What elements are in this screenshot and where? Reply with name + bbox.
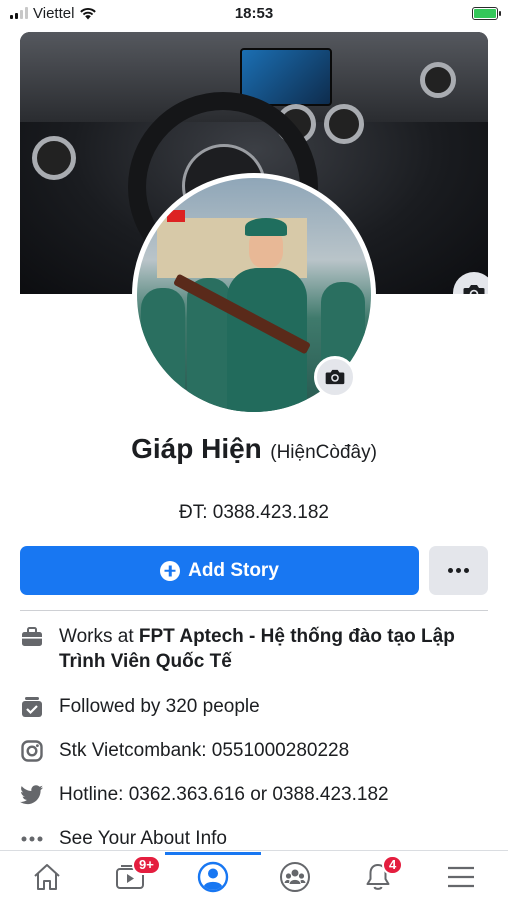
add-story-button[interactable]: Add Story [20, 546, 419, 595]
more-options-button[interactable] [429, 546, 488, 595]
groups-icon [280, 862, 311, 892]
bottom-navigation: 9+ 4 [0, 850, 508, 903]
briefcase-icon [20, 625, 44, 649]
profile-name-row: Giáp Hiện (HiệnCòđây) [0, 433, 508, 465]
status-left: Viettel [10, 5, 97, 22]
nav-profile[interactable] [164, 852, 261, 901]
followers-icon [20, 695, 44, 719]
more-icon [448, 568, 469, 573]
wifi-icon [80, 7, 97, 19]
profile-bio: ĐT: 0388.423.182 [178, 502, 329, 523]
camera-icon [325, 369, 345, 385]
battery-icon [472, 6, 501, 20]
menu-icon [447, 866, 474, 888]
profile-alternate-name: (HiệnCòđây) [270, 442, 377, 463]
twitter-icon [20, 783, 44, 807]
plus-circle-icon [160, 560, 181, 581]
nav-watch[interactable]: 9+ [102, 853, 161, 901]
signal-icon [10, 7, 28, 19]
carrier-label: Viettel [33, 4, 75, 22]
instagram-text[interactable]: Stk Vietcombank: 0551000280228 [59, 738, 349, 763]
add-story-label: Add Story [188, 559, 279, 581]
detail-about[interactable]: See Your About Info [20, 826, 227, 851]
detail-twitter: Hotline: 0362.363.616 or 0388.423.182 [20, 782, 389, 807]
followers-text: Followed by 320 people [59, 696, 260, 717]
nav-notifications[interactable]: 4 [350, 853, 406, 901]
cover-camera-button[interactable] [453, 272, 488, 294]
notifications-badge: 4 [381, 855, 404, 875]
watch-badge: 9+ [131, 855, 161, 875]
detail-followers: Followed by 320 people [20, 694, 260, 719]
status-bar: Viettel 18:53 [0, 0, 508, 26]
nav-menu[interactable] [433, 853, 489, 901]
instagram-icon [20, 739, 44, 763]
work-prefix: Works at [59, 626, 139, 647]
nav-home[interactable] [19, 853, 75, 901]
profile-icon [197, 861, 228, 893]
home-icon [34, 864, 61, 890]
nav-groups[interactable] [267, 853, 323, 901]
profile-name: Giáp Hiện [131, 433, 262, 464]
about-link[interactable]: See Your About Info [59, 826, 227, 851]
ellipsis-icon [20, 827, 44, 851]
camera-icon [463, 285, 485, 294]
detail-work: Works at FPT Aptech - Hệ thống đào tạo L… [20, 624, 479, 674]
twitter-text[interactable]: Hotline: 0362.363.616 or 0388.423.182 [59, 782, 389, 807]
detail-instagram: Stk Vietcombank: 0551000280228 [20, 738, 349, 763]
divider [20, 610, 488, 611]
avatar-camera-button[interactable] [314, 356, 356, 398]
